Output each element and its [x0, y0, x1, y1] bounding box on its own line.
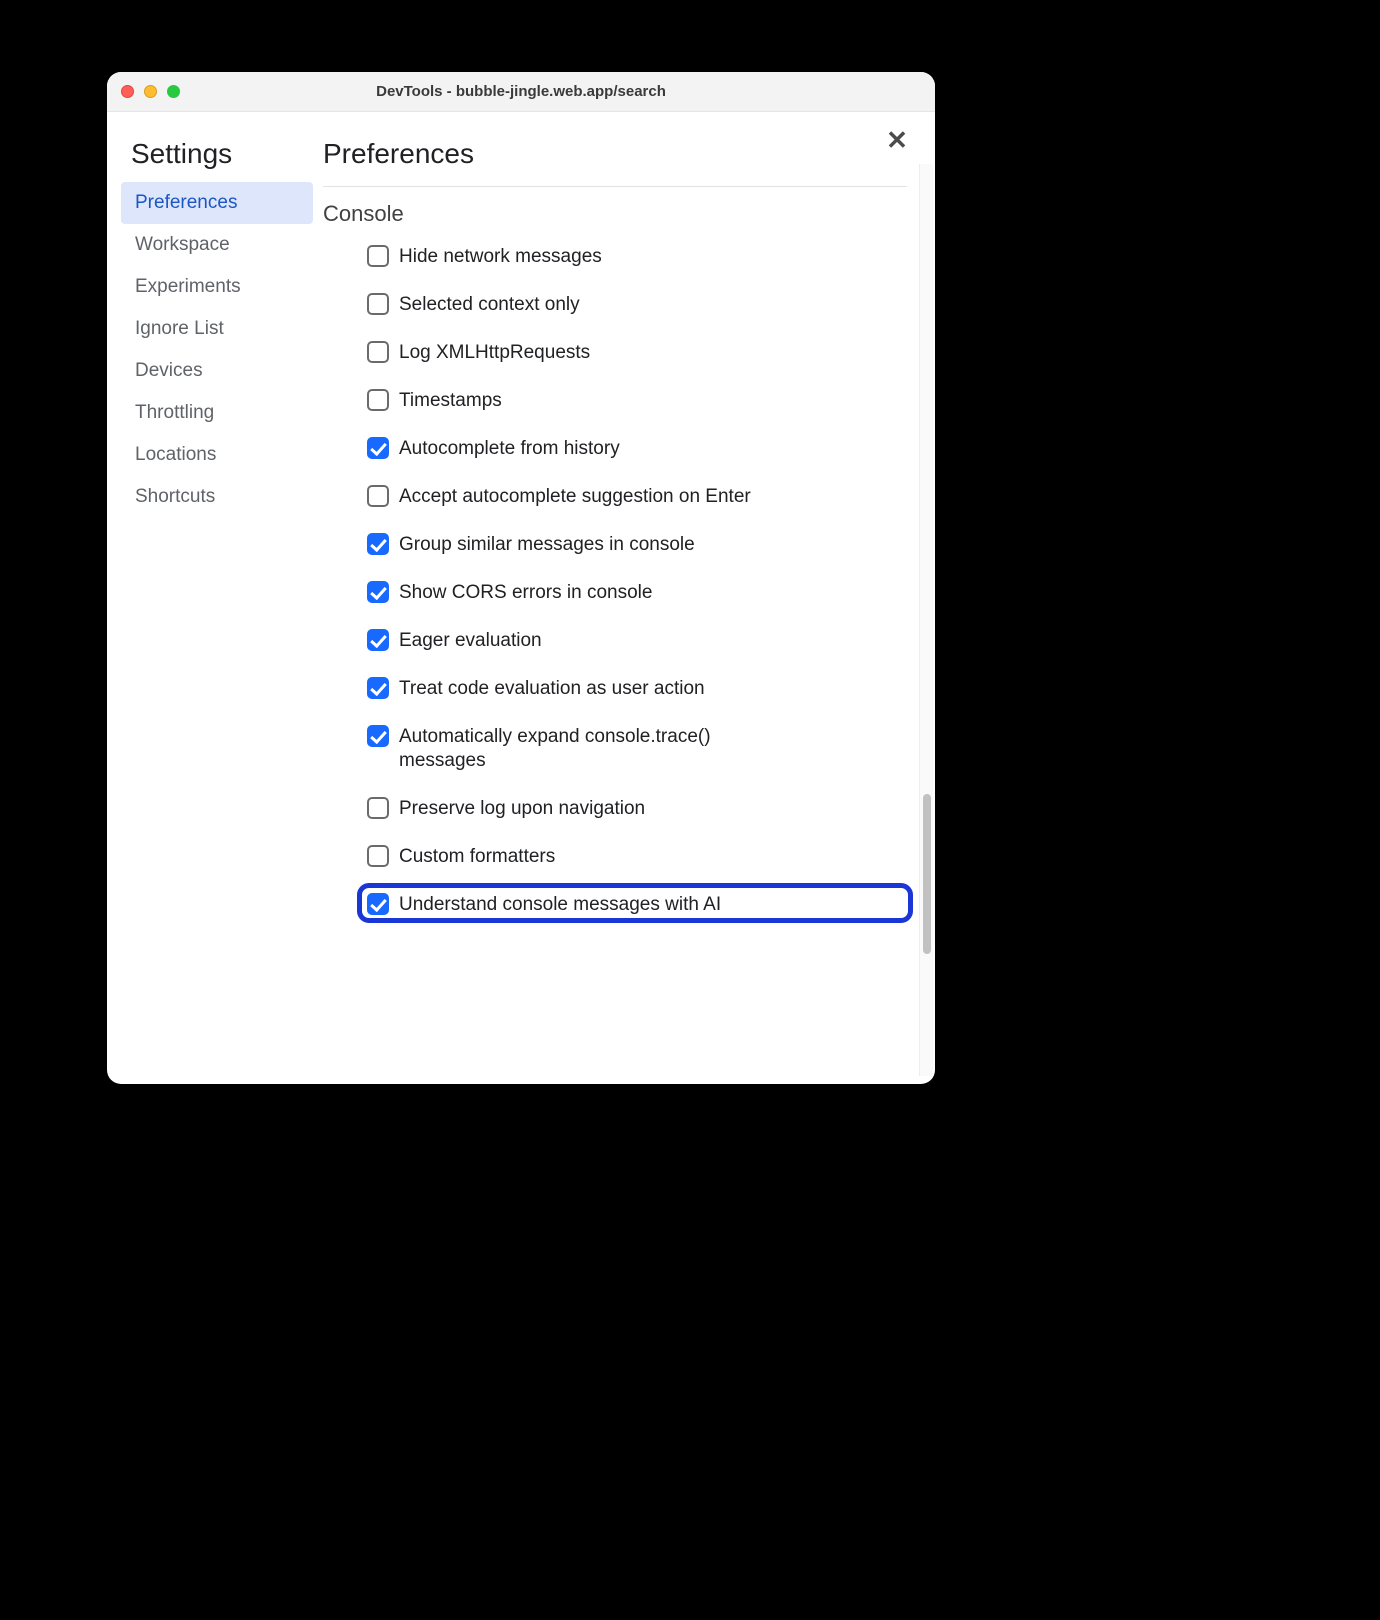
option-label: Autocomplete from history: [399, 437, 620, 461]
sidebar-item-throttling[interactable]: Throttling: [121, 392, 313, 434]
option-label: Show CORS errors in console: [399, 581, 652, 605]
sidebar-item-experiments[interactable]: Experiments: [121, 266, 313, 308]
window-title: DevTools - bubble-jingle.web.app/search: [107, 83, 935, 100]
sidebar-item-ignore-list[interactable]: Ignore List: [121, 308, 313, 350]
minimize-icon[interactable]: [144, 85, 157, 98]
option-checkbox[interactable]: [367, 629, 389, 651]
option-row[interactable]: Group similar messages in console: [367, 533, 907, 557]
close-icon[interactable]: [121, 85, 134, 98]
option-row[interactable]: Accept autocomplete suggestion on Enter: [367, 485, 907, 509]
option-checkbox[interactable]: [367, 437, 389, 459]
option-label: Log XMLHttpRequests: [399, 341, 590, 365]
option-checkbox[interactable]: [367, 845, 389, 867]
option-row[interactable]: Eager evaluation: [367, 629, 907, 653]
sidebar-item-preferences[interactable]: Preferences: [121, 182, 313, 224]
option-checkbox[interactable]: [367, 389, 389, 411]
option-row[interactable]: Show CORS errors in console: [367, 581, 907, 605]
traffic-lights: [107, 85, 180, 98]
option-checkbox[interactable]: [367, 893, 389, 915]
option-label: Timestamps: [399, 389, 502, 413]
option-row[interactable]: Automatically expand console.trace() mes…: [367, 725, 907, 773]
option-checkbox[interactable]: [367, 485, 389, 507]
sidebar-item-shortcuts[interactable]: Shortcuts: [121, 476, 313, 518]
option-row[interactable]: Preserve log upon navigation: [367, 797, 907, 821]
section-title: Console: [323, 201, 907, 227]
option-row[interactable]: Custom formatters: [367, 845, 907, 869]
option-label: Selected context only: [399, 293, 580, 317]
option-checkbox[interactable]: [367, 581, 389, 603]
option-row[interactable]: Autocomplete from history: [367, 437, 907, 461]
sidebar-title: Settings: [121, 138, 313, 170]
option-row[interactable]: Log XMLHttpRequests: [367, 341, 907, 365]
titlebar: DevTools - bubble-jingle.web.app/search: [107, 72, 935, 112]
option-label: Custom formatters: [399, 845, 555, 869]
sidebar-item-devices[interactable]: Devices: [121, 350, 313, 392]
settings-main: Preferences Console Hide network message…: [313, 112, 935, 1084]
page-title: Preferences: [323, 138, 907, 170]
option-label: Eager evaluation: [399, 629, 542, 653]
sidebar-item-workspace[interactable]: Workspace: [121, 224, 313, 266]
option-label: Group similar messages in console: [399, 533, 695, 557]
sidebar-item-locations[interactable]: Locations: [121, 434, 313, 476]
zoom-icon[interactable]: [167, 85, 180, 98]
scrollbar-thumb[interactable]: [923, 794, 931, 954]
option-checkbox[interactable]: [367, 245, 389, 267]
option-label: Accept autocomplete suggestion on Enter: [399, 485, 751, 509]
scrollbar-track[interactable]: [919, 164, 933, 1076]
option-label: Preserve log upon navigation: [399, 797, 645, 821]
divider: [323, 186, 907, 187]
devtools-window: DevTools - bubble-jingle.web.app/search …: [107, 72, 935, 1084]
option-row[interactable]: Timestamps: [367, 389, 907, 413]
option-checkbox[interactable]: [367, 293, 389, 315]
option-label: Hide network messages: [399, 245, 602, 269]
option-label: Treat code evaluation as user action: [399, 677, 705, 701]
option-checkbox[interactable]: [367, 341, 389, 363]
option-row[interactable]: Selected context only: [367, 293, 907, 317]
settings-sidebar: Settings PreferencesWorkspaceExperiments…: [107, 112, 313, 1084]
settings-content: ✕ Settings PreferencesWorkspaceExperimen…: [107, 112, 935, 1084]
option-row[interactable]: Hide network messages: [367, 245, 907, 269]
option-checkbox[interactable]: [367, 725, 389, 747]
option-checkbox[interactable]: [367, 677, 389, 699]
option-checkbox[interactable]: [367, 797, 389, 819]
option-row[interactable]: Treat code evaluation as user action: [367, 677, 907, 701]
option-checkbox[interactable]: [367, 533, 389, 555]
option-label: Understand console messages with AI: [399, 893, 721, 917]
option-row[interactable]: Understand console messages with AI: [367, 893, 907, 917]
option-label: Automatically expand console.trace() mes…: [399, 725, 799, 773]
options-list: Hide network messages Selected context on…: [323, 245, 907, 917]
